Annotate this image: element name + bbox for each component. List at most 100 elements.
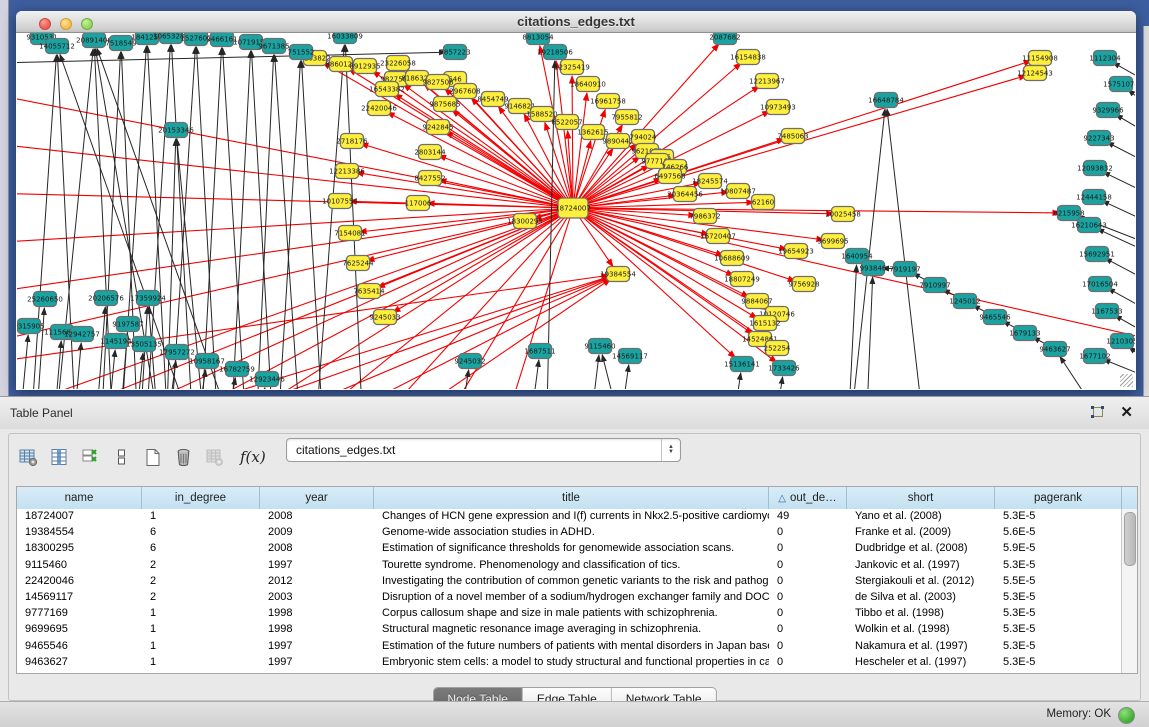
graph-edge[interactable] <box>887 109 922 389</box>
graph-node[interactable]: 15751074 <box>1103 77 1135 92</box>
graph-edge[interactable] <box>347 278 610 389</box>
graph-node[interactable]: 12093832 <box>1077 161 1113 176</box>
column-header-year[interactable]: year <box>260 487 374 509</box>
graph-node[interactable]: 10025458 <box>825 207 861 222</box>
graph-node[interactable]: 2087682 <box>709 33 740 45</box>
network-graph[interactable]: 1872400771638228860128891293523226058982… <box>17 33 1135 389</box>
graph-node[interactable]: 6497568 <box>654 169 685 184</box>
graph-edge[interactable] <box>252 51 272 389</box>
graph-node[interactable]: 993846 <box>860 261 887 276</box>
graph-node[interactable]: 16033809 <box>327 33 363 44</box>
graph-node[interactable]: 1245012 <box>949 294 980 309</box>
graph-node[interactable]: 62160 <box>752 195 775 210</box>
graph-node[interactable]: 12923446 <box>249 372 285 387</box>
graph-edge[interactable] <box>17 193 573 208</box>
table-row[interactable]: 1830029562008Estimation of significance … <box>17 541 1122 557</box>
graph-edge[interactable] <box>302 61 322 389</box>
graph-node[interactable]: 16961758 <box>590 94 626 109</box>
graph-node[interactable]: 7986372 <box>689 209 720 224</box>
graph-edge[interactable] <box>849 265 857 389</box>
graph-node[interactable]: 12213967 <box>749 74 785 89</box>
graph-node[interactable]: 1112304 <box>1089 51 1121 66</box>
graph-node[interactable]: 1615132 <box>749 316 780 331</box>
graph-node[interactable]: 18245574 <box>692 174 728 189</box>
graph-node[interactable]: 9245032 <box>454 354 485 369</box>
graph-node[interactable]: 25260650 <box>27 292 63 307</box>
graph-node[interactable]: 8427552 <box>414 171 445 186</box>
window-resize-grip-icon[interactable] <box>1120 374 1133 387</box>
column-header-pagerank[interactable]: pagerank <box>995 487 1122 509</box>
graph-node[interactable]: 9671385 <box>258 39 289 54</box>
graph-edge[interactable] <box>1102 201 1135 231</box>
graph-node[interactable]: 1167533 <box>1091 304 1122 319</box>
graph-node[interactable]: 2803144 <box>414 145 446 160</box>
graph-node[interactable]: 9115460 <box>584 339 615 354</box>
graph-node[interactable]: 6522057 <box>551 115 582 130</box>
table-row[interactable]: 1872400712008Changes of HCN gene express… <box>17 509 1122 525</box>
graph-node[interactable]: 9465546 <box>979 310 1011 325</box>
graph-edge[interactable] <box>532 360 539 389</box>
graph-node[interactable]: 1687511 <box>524 344 555 359</box>
graph-node[interactable]: 252254 <box>764 341 791 356</box>
graph-node[interactable]: 7635414 <box>353 284 385 299</box>
graph-node[interactable]: 7919197 <box>889 262 920 277</box>
graph-edge[interactable] <box>172 47 195 389</box>
graph-node[interactable]: 16720407 <box>700 229 736 244</box>
graph-node[interactable]: 2718176 <box>336 134 368 149</box>
table-row[interactable]: 911546021997Tourette syndrome. Phenomeno… <box>17 558 1122 574</box>
network-canvas[interactable]: 1872400771638228860128891293523226058982… <box>17 33 1135 389</box>
graph-edge[interactable] <box>197 47 217 389</box>
column-header-title[interactable]: title <box>374 487 769 509</box>
graph-node[interactable]: 794024 <box>630 130 657 145</box>
row-height-icon[interactable] <box>108 444 134 470</box>
table-row[interactable]: 977716911998Corpus callosum shape and si… <box>17 606 1122 622</box>
graph-node[interactable]: 8813054 <box>522 33 554 45</box>
graph-node[interactable]: 12124543 <box>1017 66 1053 81</box>
graph-node[interactable]: 117006 <box>405 196 432 211</box>
graph-node[interactable]: 7910997 <box>919 278 950 293</box>
graph-node[interactable]: 7955812 <box>611 110 642 125</box>
graph-edge[interactable] <box>257 55 274 389</box>
graph-edge[interactable] <box>572 76 573 208</box>
graph-edge[interactable] <box>137 353 143 389</box>
delete-table-icon-disabled[interactable] <box>201 444 227 470</box>
graph-node[interactable]: 20153346 <box>158 123 194 138</box>
graph-node[interactable]: 10973493 <box>760 100 796 115</box>
table-row[interactable]: 1456911722003Disruption of a novel membe… <box>17 590 1122 606</box>
graph-node[interactable]: 10688609 <box>714 251 750 266</box>
graph-edge[interactable] <box>777 377 783 389</box>
graph-node[interactable]: 1733426 <box>768 361 800 376</box>
graph-edge[interactable] <box>345 45 362 389</box>
graph-node[interactable]: 9463627 <box>1039 342 1070 357</box>
graph-edge[interactable] <box>592 355 599 389</box>
graph-node[interactable]: 15136141 <box>724 357 760 372</box>
graph-edge[interactable] <box>393 208 573 312</box>
graph-edge[interactable] <box>259 388 265 389</box>
network-window[interactable]: citations_edges.txt 18724007716382288601… <box>16 11 1136 390</box>
function-builder-icon[interactable]: f(x) <box>240 448 266 466</box>
graph-edge[interactable] <box>622 365 629 389</box>
graph-node[interactable]: 10807487 <box>720 184 756 199</box>
graph-node[interactable]: 9329966 <box>1092 103 1124 118</box>
left-panel-edge[interactable] <box>0 0 9 396</box>
graph-node[interactable]: 17016504 <box>1082 277 1118 292</box>
graph-node[interactable]: 9699695 <box>817 234 848 249</box>
graph-node[interactable]: 18640910 <box>570 77 606 92</box>
graph-node[interactable]: 9245033 <box>369 310 400 325</box>
graph-node[interactable]: 7625244 <box>342 256 374 271</box>
graph-node[interactable]: 9875685 <box>429 97 460 112</box>
graph-node[interactable]: 20206576 <box>88 291 124 306</box>
table-row[interactable]: 969969511998Structural magnetic resonanc… <box>17 622 1122 638</box>
graph-node[interactable]: 9756928 <box>788 277 819 292</box>
new-table-icon[interactable] <box>139 444 165 470</box>
graph-edge[interactable] <box>1128 90 1135 121</box>
graph-node[interactable]: 7154081 <box>334 226 365 241</box>
graph-node[interactable]: 1679133 <box>1009 326 1040 341</box>
graph-edge[interactable] <box>21 335 28 389</box>
column-chooser-icon[interactable] <box>46 444 72 470</box>
window-titlebar[interactable]: citations_edges.txt <box>16 11 1136 33</box>
table-row[interactable]: 946554611997Estimation of the future num… <box>17 639 1122 655</box>
graph-node[interactable]: 23226058 <box>380 56 416 71</box>
graph-node[interactable]: 12444158 <box>1076 190 1112 205</box>
graph-node[interactable]: 1677102 <box>1079 349 1110 364</box>
